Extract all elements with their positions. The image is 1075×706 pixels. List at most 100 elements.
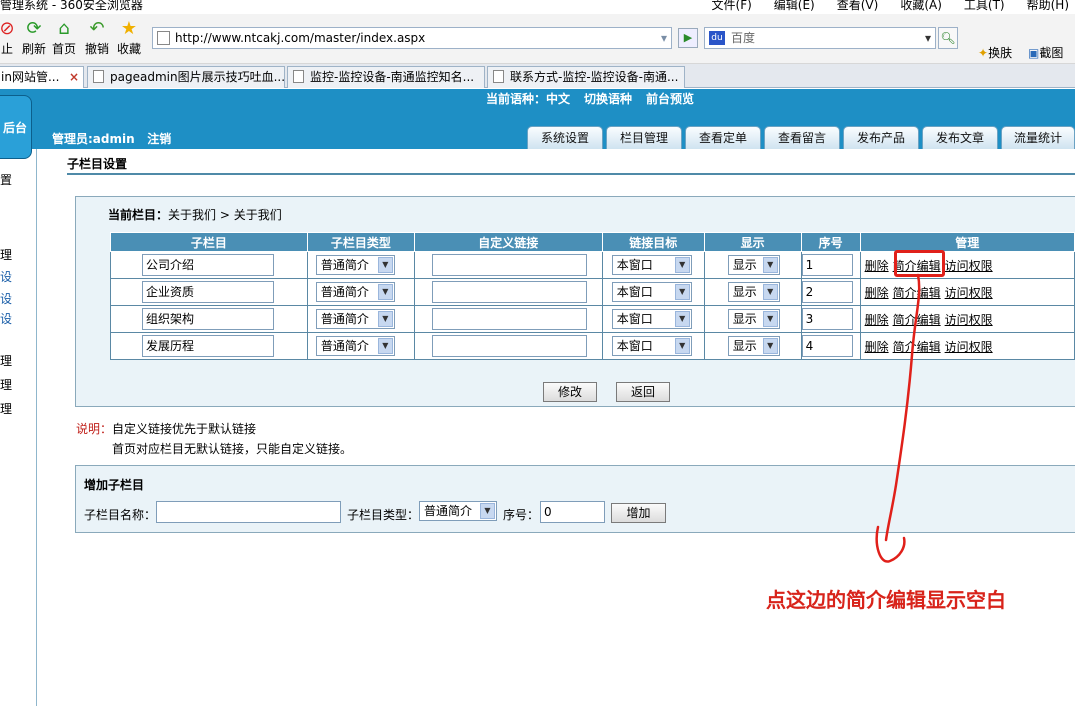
sidebar-item[interactable]: 设 <box>0 310 12 327</box>
order-input[interactable]: 3 <box>801 308 853 330</box>
show-select[interactable]: 显示 ▼ <box>727 255 780 275</box>
show-select[interactable]: 显示 ▼ <box>727 309 780 329</box>
menu-file[interactable]: 文件(F) <box>712 0 752 12</box>
admin-name: 管理员:admin <box>52 132 135 146</box>
switch-language-link[interactable]: 切换语种 <box>584 92 632 106</box>
type-select[interactable]: 普通简介 ▼ <box>315 309 395 329</box>
note-label: 说明： <box>76 422 113 436</box>
sidebar-item[interactable]: 设 <box>0 268 12 285</box>
target-select[interactable]: 本窗口 ▼ <box>611 255 692 275</box>
favorites-button[interactable]: ★ 收藏 <box>114 18 144 57</box>
chevron-down-icon: ▼ <box>674 284 690 300</box>
undo-button[interactable]: ↶ 撤销 <box>82 18 112 57</box>
screenshot-icon: ▣ <box>1028 46 1040 60</box>
sidebar-item[interactable]: 设 <box>0 290 12 307</box>
tab-view-orders[interactable]: 查看定单 <box>685 126 761 149</box>
target-select[interactable]: 本窗口 ▼ <box>611 336 692 356</box>
order-input[interactable]: 0 <box>540 501 605 523</box>
menu-edit[interactable]: 编辑(E) <box>774 0 815 12</box>
access-rights-link[interactable]: 访问权限 <box>945 313 993 327</box>
show-select[interactable]: 显示 ▼ <box>727 282 780 302</box>
name-input[interactable]: 公司介绍 <box>142 254 274 276</box>
browser-tab-monitor[interactable]: 监控-监控设备-南通监控知名... <box>287 66 485 88</box>
backend-button[interactable]: 后台 <box>0 95 32 159</box>
note-line-1: 自定义链接优先于默认链接 <box>112 422 257 436</box>
browser-tab-pageadmin[interactable]: pageadmin图片展示技巧吐血... <box>87 66 285 88</box>
skin-button[interactable]: ✦换肤 <box>978 44 1012 61</box>
modify-button[interactable]: 修改 <box>543 382 597 402</box>
logout-link[interactable]: 注销 <box>147 132 171 146</box>
subcolumn-name-input[interactable] <box>156 501 341 523</box>
type-select[interactable]: 普通简介 ▼ <box>315 282 395 302</box>
add-button[interactable]: 增加 <box>611 503 666 523</box>
col-header-order: 序号 <box>800 232 861 252</box>
frontend-preview-link[interactable]: 前台预览 <box>646 92 694 106</box>
chevron-down-icon: ▼ <box>674 338 690 354</box>
annotation-text: 点这边的简介编辑显示空白 <box>766 588 1006 612</box>
order-input[interactable]: 1 <box>801 254 853 276</box>
tab-view-messages[interactable]: 查看留言 <box>764 126 840 149</box>
custom-link-input[interactable] <box>431 308 587 330</box>
tab-publish-product[interactable]: 发布产品 <box>843 126 919 149</box>
access-rights-link[interactable]: 访问权限 <box>945 259 993 273</box>
sidebar-item[interactable]: 理 <box>0 400 12 417</box>
go-button[interactable]: ▶ <box>678 28 698 48</box>
page-title: 子栏目设置 <box>67 157 128 171</box>
chevron-down-icon: ▼ <box>377 311 393 327</box>
access-rights-link[interactable]: 访问权限 <box>945 340 993 354</box>
close-icon[interactable]: × <box>69 67 79 87</box>
sidebar-item[interactable]: 理 <box>0 246 12 263</box>
sidebar-item[interactable]: 理 <box>0 376 12 393</box>
browser-tab-strip: in网站管... × pageadmin图片展示技巧吐血... 监控-监控设备-… <box>0 64 1075 88</box>
home-button[interactable]: ⌂ 首页 <box>49 18 79 57</box>
tab-system-settings[interactable]: 系统设置 <box>527 126 603 149</box>
col-header-type: 子栏目类型 <box>306 232 415 252</box>
show-select[interactable]: 显示 ▼ <box>727 336 780 356</box>
custom-link-input[interactable] <box>431 254 587 276</box>
type-select[interactable]: 普通简介 ▼ <box>315 255 395 275</box>
chevron-down-icon[interactable]: ▾ <box>925 28 931 48</box>
tab-publish-article[interactable]: 发布文章 <box>922 126 998 149</box>
divider <box>67 173 1075 175</box>
order-input[interactable]: 2 <box>801 281 853 303</box>
type-select[interactable]: 普通简介 ▼ <box>315 336 395 356</box>
target-select[interactable]: 本窗口 ▼ <box>611 282 692 302</box>
table-header-row: 子栏目 子栏目类型 自定义链接 链接目标 显示 序号 管理 <box>110 232 1075 252</box>
menu-favorites[interactable]: 收藏(A) <box>900 0 942 12</box>
search-button[interactable]: 🔍︎ <box>938 27 958 49</box>
custom-link-input[interactable] <box>431 335 587 357</box>
screenshot-button[interactable]: ▣截图 <box>1028 44 1063 61</box>
add-subcolumn-title: 增加子栏目 <box>84 478 145 492</box>
browser-title: 管理系统 - 360安全浏览器 <box>0 0 143 12</box>
back-button[interactable]: 返回 <box>616 382 670 402</box>
menu-tools[interactable]: 工具(T) <box>964 0 1005 12</box>
name-input[interactable]: 发展历程 <box>142 335 274 357</box>
custom-link-input[interactable] <box>431 281 587 303</box>
sidebar-item[interactable]: 理 <box>0 352 12 369</box>
browser-tab-admin[interactable]: in网站管... × <box>0 66 84 88</box>
subcolumn-type-select[interactable]: 普通简介 ▼ <box>419 501 497 521</box>
breadcrumb: 当前栏目：关于我们 > 关于我们 <box>108 206 282 223</box>
browser-tab-contact[interactable]: 联系方式-监控-监控设备-南通... <box>487 66 685 88</box>
tab-traffic-stats[interactable]: 流量统计 <box>1001 126 1075 149</box>
sidebar-item[interactable]: 置 <box>0 171 12 188</box>
name-input[interactable]: 组织架构 <box>142 308 274 330</box>
search-input[interactable]: du 百度 ▾ <box>704 27 936 49</box>
menu-view[interactable]: 查看(V) <box>837 0 879 12</box>
play-icon: ▶ <box>683 31 693 44</box>
address-bar[interactable]: http://www.ntcakj.com/master/index.aspx … <box>152 27 672 49</box>
target-select[interactable]: 本窗口 ▼ <box>611 309 692 329</box>
page-icon <box>493 70 504 83</box>
search-icon: 🔍︎ <box>940 31 956 45</box>
col-header-manage: 管理 <box>859 232 1075 252</box>
refresh-button[interactable]: ⟳ 刷新 <box>19 18 49 57</box>
name-input[interactable]: 企业资质 <box>142 281 274 303</box>
order-input[interactable]: 4 <box>801 335 853 357</box>
tab-column-management[interactable]: 栏目管理 <box>606 126 682 149</box>
page-icon <box>93 70 104 83</box>
chevron-down-icon[interactable]: ▾ <box>661 28 667 48</box>
access-rights-link[interactable]: 访问权限 <box>945 286 993 300</box>
menu-help[interactable]: 帮助(H) <box>1027 0 1069 12</box>
browser-toolbar: ⊘ 止 ⟳ 刷新 ⌂ 首页 ↶ 撤销 ★ 收藏 http://www.ntcakj.com… <box>0 14 1075 64</box>
col-header-name: 子栏目 <box>110 232 308 252</box>
